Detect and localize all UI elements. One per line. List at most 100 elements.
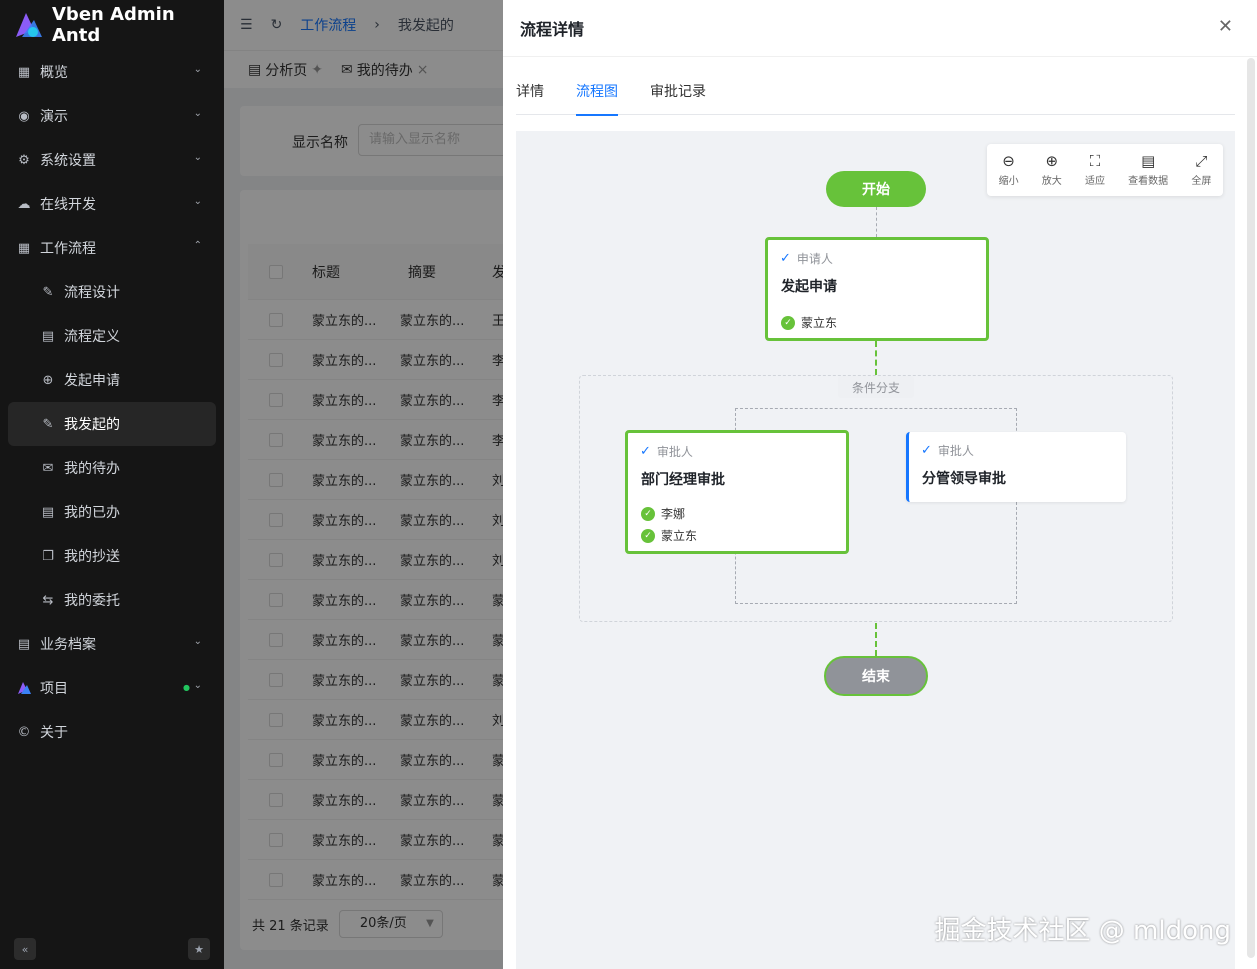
flow-canvas[interactable]: ⊖ 缩小 ⊕ 放大 ⛶ 适应 ▤ 查看数据 ⤢ 全屏 开始 ✓ 申请人 发起申请… — [516, 131, 1235, 969]
flow-toolbar: ⊖ 缩小 ⊕ 放大 ⛶ 适应 ▤ 查看数据 ⤢ 全屏 — [987, 144, 1223, 196]
dept-manager-node[interactable]: ✓ 审批人 部门经理审批 ✓ 李娜 ✓ 蒙立东 — [625, 430, 849, 554]
tool-label: 全屏 — [1191, 175, 1212, 187]
copyright-icon: © — [17, 724, 31, 740]
sidebar-footer: « ★ — [0, 929, 224, 969]
copy-icon: ❐ — [42, 548, 54, 564]
app-logo[interactable]: Vben Admin Antd — [0, 0, 224, 50]
menu-label: 我的待办 — [64, 461, 120, 477]
menu-my-cc[interactable]: ❐ 我的抄送 — [0, 534, 224, 578]
menu-label: 在线开发 — [40, 197, 96, 213]
tool-label: 适应 — [1084, 175, 1105, 187]
drawer-tabs: 详情 流程图 审批记录 — [516, 57, 1235, 116]
menu-project[interactable]: 项目 ● ⌄ — [0, 666, 224, 710]
edit-icon: ✎ — [42, 416, 54, 432]
view-data-button[interactable]: ▤ 查看数据 — [1128, 151, 1169, 187]
node-role: ✓ 申请人 — [780, 250, 833, 267]
node-title: 分管领导审批 — [922, 471, 1006, 487]
chevron-down-icon: ⌄ — [193, 108, 202, 119]
menu-label: 流程设计 — [64, 285, 120, 301]
document-icon: ▤ — [1141, 151, 1156, 170]
zoom-out-button[interactable]: ⊖ 缩小 — [998, 151, 1019, 187]
pin-icon[interactable]: ★ — [188, 938, 210, 960]
menu-label: 系统设置 — [40, 153, 96, 169]
menu-settings[interactable]: ⚙ 系统设置 ⌄ — [0, 138, 224, 182]
node-role: ✓ 审批人 — [921, 442, 974, 459]
menu-flow-design[interactable]: ✎ 流程设计 — [0, 270, 224, 314]
menu-label: 概览 — [40, 65, 68, 81]
menu-label: 我发起的 — [64, 417, 120, 433]
fullscreen-button[interactable]: ⤢ 全屏 — [1191, 151, 1212, 187]
collapse-sidebar-icon[interactable]: « — [14, 938, 36, 960]
tab-details[interactable]: 详情 — [516, 58, 544, 114]
logo-icon — [12, 10, 46, 40]
menu-label: 流程定义 — [64, 329, 120, 345]
role-text: 审批人 — [656, 445, 693, 459]
status-dot-icon: ● — [183, 683, 190, 692]
role-text: 申请人 — [796, 252, 833, 266]
menu-label: 工作流程 — [40, 241, 96, 257]
menu-archive[interactable]: ▤ 业务档案 ⌄ — [0, 622, 224, 666]
app-title: Vben Admin Antd — [52, 4, 175, 46]
check-circle-icon: ✓ — [781, 315, 795, 330]
zoom-in-icon: ⊕ — [1045, 151, 1059, 170]
check-circle-icon: ✓ — [641, 506, 655, 521]
drawer-header: 流程详情 — [503, 0, 1257, 57]
end-node[interactable]: 结束 — [824, 656, 928, 696]
check-icon: ✓ — [780, 251, 791, 266]
zoom-out-icon: ⊖ — [1002, 151, 1015, 170]
menu-workflow[interactable]: ▦ 工作流程 ⌃ — [0, 226, 224, 270]
connector-line — [875, 341, 877, 375]
connector-line — [876, 207, 877, 237]
chevron-down-icon: ⌄ — [193, 196, 202, 207]
menu-about[interactable]: © 关于 — [0, 710, 224, 754]
grid-icon: ▦ — [17, 64, 31, 80]
swap-icon: ⇆ — [42, 592, 54, 608]
start-node[interactable]: 开始 — [826, 171, 926, 207]
menu-overview[interactable]: ▦ 概览 ⌄ — [0, 50, 224, 94]
menu-label: 关于 — [40, 725, 68, 741]
menu-my-todo[interactable]: ✉ 我的待办 — [0, 446, 224, 490]
definition-icon: ▤ — [41, 328, 55, 344]
watermark: 掘金技术社区 @ mldong — [934, 916, 1231, 946]
menu-label: 我的抄送 — [64, 549, 120, 565]
tool-label: 缩小 — [998, 175, 1019, 187]
person-name: 李娜 — [661, 507, 686, 521]
supervisor-node[interactable]: ✓ 审批人 分管领导审批 — [906, 432, 1126, 502]
sidebar: Vben Admin Antd ▦ 概览 ⌄ ◉ 演示 ⌄ ⚙ 系统设置 ⌄ ☁… — [0, 0, 224, 969]
menu-label: 演示 — [40, 109, 68, 125]
menu-label: 我的委托 — [64, 593, 120, 609]
gear-icon: ⚙ — [18, 152, 30, 168]
plus-circle-icon: ⊕ — [42, 372, 54, 388]
chevron-down-icon: ⌄ — [193, 64, 202, 75]
menu-label: 发起申请 — [64, 373, 120, 389]
node-person: ✓ 蒙立东 — [641, 527, 697, 544]
check-icon: ✓ — [640, 444, 651, 459]
menu-online-dev[interactable]: ☁ 在线开发 ⌄ — [0, 182, 224, 226]
drawer-scrollbar[interactable] — [1247, 58, 1255, 958]
tool-label: 查看数据 — [1128, 175, 1169, 187]
person-name: 蒙立东 — [801, 316, 838, 330]
chevron-down-icon: ⌄ — [193, 152, 202, 163]
logo-icon — [16, 680, 32, 696]
drawer-title: 流程详情 — [520, 20, 585, 39]
fit-icon: ⛶ — [1089, 151, 1101, 170]
menu-flow-definition[interactable]: ▤ 流程定义 — [0, 314, 224, 358]
menu-my-done[interactable]: ▤ 我的已办 — [0, 490, 224, 534]
chevron-down-icon: ⌄ — [193, 636, 202, 647]
menu-start-request[interactable]: ⊕ 发起申请 — [0, 358, 224, 402]
zoom-in-button[interactable]: ⊕ 放大 — [1041, 151, 1062, 187]
fit-button[interactable]: ⛶ 适应 — [1084, 151, 1105, 187]
condition-branch-label[interactable]: 条件分支 — [838, 376, 914, 398]
tab-flowchart[interactable]: 流程图 — [576, 58, 618, 116]
cloud-icon: ☁ — [17, 196, 31, 212]
close-icon[interactable]: ✕ — [1218, 16, 1233, 37]
menu-demo[interactable]: ◉ 演示 ⌄ — [0, 94, 224, 138]
applicant-node[interactable]: ✓ 申请人 发起申请 ✓ 蒙立东 — [765, 237, 989, 341]
fullscreen-icon: ⤢ — [1195, 151, 1208, 170]
process-detail-drawer: 流程详情 ✕ 详情 流程图 审批记录 ⊖ 缩小 ⊕ 放大 ⛶ 适应 ▤ 查看数据 — [503, 0, 1257, 969]
mail-icon: ✉ — [42, 460, 54, 476]
tab-approval-log[interactable]: 审批记录 — [650, 58, 706, 114]
tool-label: 放大 — [1041, 175, 1062, 187]
menu-my-delegate[interactable]: ⇆ 我的委托 — [0, 578, 224, 622]
menu-my-initiated[interactable]: ✎ 我发起的 — [8, 402, 216, 446]
